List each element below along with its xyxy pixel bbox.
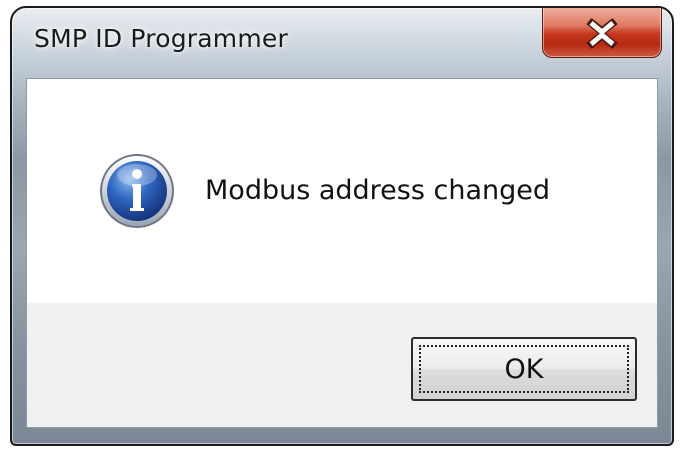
message-panel: Modbus address changed: [27, 79, 657, 303]
close-button[interactable]: [542, 8, 662, 58]
ok-button-label: OK: [504, 353, 544, 385]
dialog-message: Modbus address changed: [205, 175, 551, 206]
button-panel: OK: [27, 303, 657, 427]
dialog-client-area: Modbus address changed OK: [26, 78, 658, 428]
information-icon: [100, 154, 174, 228]
close-x-icon: [586, 18, 618, 48]
dialog-window: SMP ID Programmer Modbus address changed…: [10, 6, 674, 446]
window-title: SMP ID Programmer: [34, 24, 288, 53]
ok-button[interactable]: OK: [411, 337, 637, 401]
title-bar[interactable]: SMP ID Programmer: [12, 8, 672, 78]
